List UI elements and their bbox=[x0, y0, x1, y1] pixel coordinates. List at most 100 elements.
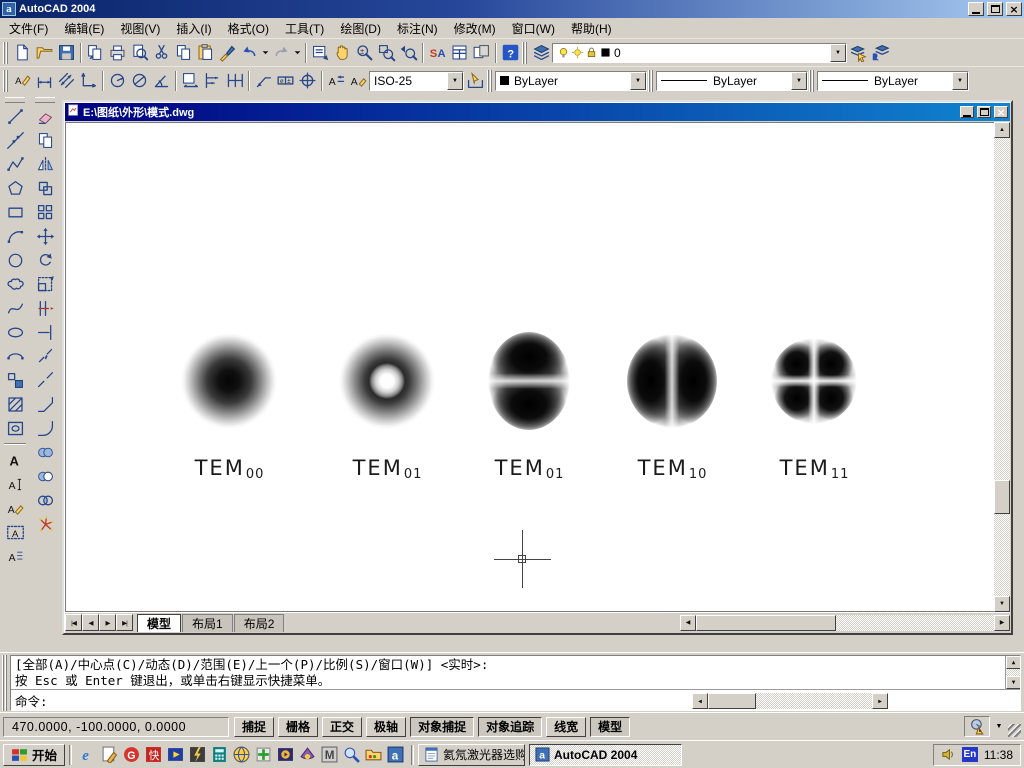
toolbar-grip[interactable] bbox=[35, 97, 55, 103]
erase-icon[interactable] bbox=[33, 104, 57, 128]
doc-maximize-button[interactable] bbox=[977, 106, 991, 118]
doc-close-button[interactable]: × bbox=[994, 106, 1008, 118]
mirror-icon[interactable] bbox=[33, 152, 57, 176]
m-app-icon[interactable]: M bbox=[321, 746, 338, 763]
menu-item[interactable]: 插入(I) bbox=[168, 17, 219, 40]
help-icon[interactable]: ? bbox=[499, 42, 521, 64]
lineweight-combo[interactable]: ByLayer ▼ bbox=[817, 71, 969, 91]
circle-icon[interactable] bbox=[3, 248, 27, 272]
break-icon[interactable] bbox=[33, 368, 57, 392]
dim-style-icon[interactable]: A bbox=[11, 70, 33, 92]
plugin-icon[interactable] bbox=[255, 746, 272, 763]
make-current-icon[interactable] bbox=[847, 42, 869, 64]
dim-text-edit-icon[interactable]: A bbox=[347, 70, 369, 92]
linetype-combo[interactable]: ByLayer ▼ bbox=[656, 71, 808, 91]
region-icon[interactable] bbox=[3, 416, 27, 440]
layers-icon[interactable] bbox=[530, 42, 552, 64]
cut-icon[interactable] bbox=[150, 42, 172, 64]
text-style-icon[interactable]: SA bbox=[426, 42, 448, 64]
toolbar-grip[interactable] bbox=[522, 42, 527, 64]
line-icon[interactable] bbox=[3, 104, 27, 128]
chevron-down-icon[interactable]: ▼ bbox=[447, 72, 463, 90]
scroll-up-icon[interactable]: ▲ bbox=[994, 122, 1010, 138]
ellipse-arc-icon[interactable] bbox=[3, 344, 27, 368]
search-icon[interactable] bbox=[343, 746, 360, 763]
menu-item[interactable]: 修改(M) bbox=[446, 17, 504, 40]
winamp-icon[interactable] bbox=[189, 746, 206, 763]
autocad-icon[interactable]: a bbox=[387, 746, 404, 763]
scroll-right-icon[interactable]: ▶ bbox=[872, 693, 888, 709]
explode-icon[interactable] bbox=[33, 512, 57, 536]
volume-icon[interactable] bbox=[941, 747, 956, 762]
preview-icon[interactable] bbox=[128, 42, 150, 64]
rectangle-icon[interactable] bbox=[3, 200, 27, 224]
doc-minimize-button[interactable] bbox=[960, 106, 974, 118]
dim-edit-icon[interactable]: A bbox=[325, 70, 347, 92]
command-history[interactable]: [全部(A)/中心点(C)/动态(D)/范围(E)/上一个(P)/比例(S)/窗… bbox=[11, 656, 1020, 690]
open-icon[interactable] bbox=[33, 42, 55, 64]
insert-block-icon[interactable] bbox=[3, 368, 27, 392]
designcenter-icon[interactable] bbox=[470, 42, 492, 64]
coordinate-readout[interactable]: 470.0000, -100.0000, 0.0000 bbox=[3, 717, 229, 737]
spline-icon[interactable] bbox=[3, 296, 27, 320]
menu-item[interactable]: 绘图(D) bbox=[332, 17, 389, 40]
toggle-正交[interactable]: 正交 bbox=[322, 717, 362, 737]
maximize-button[interactable] bbox=[987, 2, 1003, 16]
horizontal-scrollbar[interactable]: ◀ ▶ bbox=[680, 615, 1010, 631]
menu-item[interactable]: 工具(T) bbox=[277, 17, 332, 40]
arc-icon[interactable] bbox=[3, 224, 27, 248]
menu-item[interactable]: 窗口(W) bbox=[504, 17, 563, 40]
zoom-previous-icon[interactable] bbox=[397, 42, 419, 64]
layer-combo[interactable]: 0 ▼ bbox=[552, 43, 847, 63]
task-button-word-doc[interactable]: 氦氖激光器选购指南 ... bbox=[418, 744, 525, 766]
command-horizontal-scrollbar[interactable]: ◀ ▶ bbox=[692, 693, 888, 709]
chamfer-icon[interactable] bbox=[33, 392, 57, 416]
toolbar-grip[interactable] bbox=[487, 70, 492, 92]
language-indicator[interactable]: En bbox=[962, 747, 978, 762]
dim-angular-icon[interactable] bbox=[150, 70, 172, 92]
toggle-模型[interactable]: 模型 bbox=[590, 717, 630, 737]
offset-icon[interactable] bbox=[33, 176, 57, 200]
close-button[interactable]: × bbox=[1006, 2, 1022, 16]
tab-模型[interactable]: 模型 bbox=[137, 614, 181, 632]
dim-continue-icon[interactable] bbox=[223, 70, 245, 92]
undo-icon[interactable] bbox=[238, 42, 260, 64]
save-icon[interactable] bbox=[55, 42, 77, 64]
tab-布局2[interactable]: 布局2 bbox=[234, 614, 285, 632]
toolbar-grip[interactable] bbox=[3, 42, 8, 64]
translator-icon[interactable]: 快 bbox=[145, 746, 162, 763]
polygon-icon[interactable] bbox=[3, 176, 27, 200]
globe-icon[interactable] bbox=[233, 746, 250, 763]
fillet-icon[interactable] bbox=[33, 416, 57, 440]
dim-baseline-icon[interactable] bbox=[201, 70, 223, 92]
copy-icon[interactable] bbox=[172, 42, 194, 64]
hatch-icon[interactable] bbox=[3, 392, 27, 416]
toolbar-grip[interactable] bbox=[648, 70, 653, 92]
plot-icon[interactable] bbox=[106, 42, 128, 64]
dim-aligned-icon[interactable] bbox=[55, 70, 77, 92]
dim-style-combo[interactable]: ISO-25 ▼ bbox=[369, 71, 464, 91]
menu-item[interactable]: 标注(N) bbox=[389, 17, 446, 40]
dim-update-icon[interactable] bbox=[464, 70, 486, 92]
tab-prev-button[interactable]: ◀ bbox=[82, 614, 99, 631]
scroll-left-icon[interactable]: ◀ bbox=[680, 615, 696, 631]
flashget-icon[interactable]: G bbox=[123, 746, 140, 763]
menu-item[interactable]: 帮助(H) bbox=[563, 17, 620, 40]
match-properties-icon[interactable] bbox=[216, 42, 238, 64]
chevron-down-icon[interactable]: ▼ bbox=[630, 72, 646, 90]
text-justify-icon[interactable]: A bbox=[3, 544, 27, 568]
command-input[interactable]: 命令: ◀ ▶ bbox=[11, 690, 1020, 710]
titlebar[interactable]: a AutoCAD 2004 × bbox=[0, 0, 1024, 18]
intersect-icon[interactable] bbox=[33, 488, 57, 512]
pan-icon[interactable] bbox=[331, 42, 353, 64]
toggle-对象捕捉[interactable]: 对象捕捉 bbox=[410, 717, 474, 737]
dim-ordinate-icon[interactable] bbox=[77, 70, 99, 92]
tab-first-button[interactable]: |◀ bbox=[65, 614, 82, 631]
center-mark-icon[interactable] bbox=[296, 70, 318, 92]
task-button-autocad[interactable]: aAutoCAD 2004 bbox=[529, 744, 682, 766]
tab-last-button[interactable]: ▶| bbox=[116, 614, 133, 631]
quick-leader-icon[interactable] bbox=[252, 70, 274, 92]
toggle-极轴[interactable]: 极轴 bbox=[366, 717, 406, 737]
communication-center-icon[interactable] bbox=[964, 716, 990, 737]
quick-dim-icon[interactable] bbox=[179, 70, 201, 92]
